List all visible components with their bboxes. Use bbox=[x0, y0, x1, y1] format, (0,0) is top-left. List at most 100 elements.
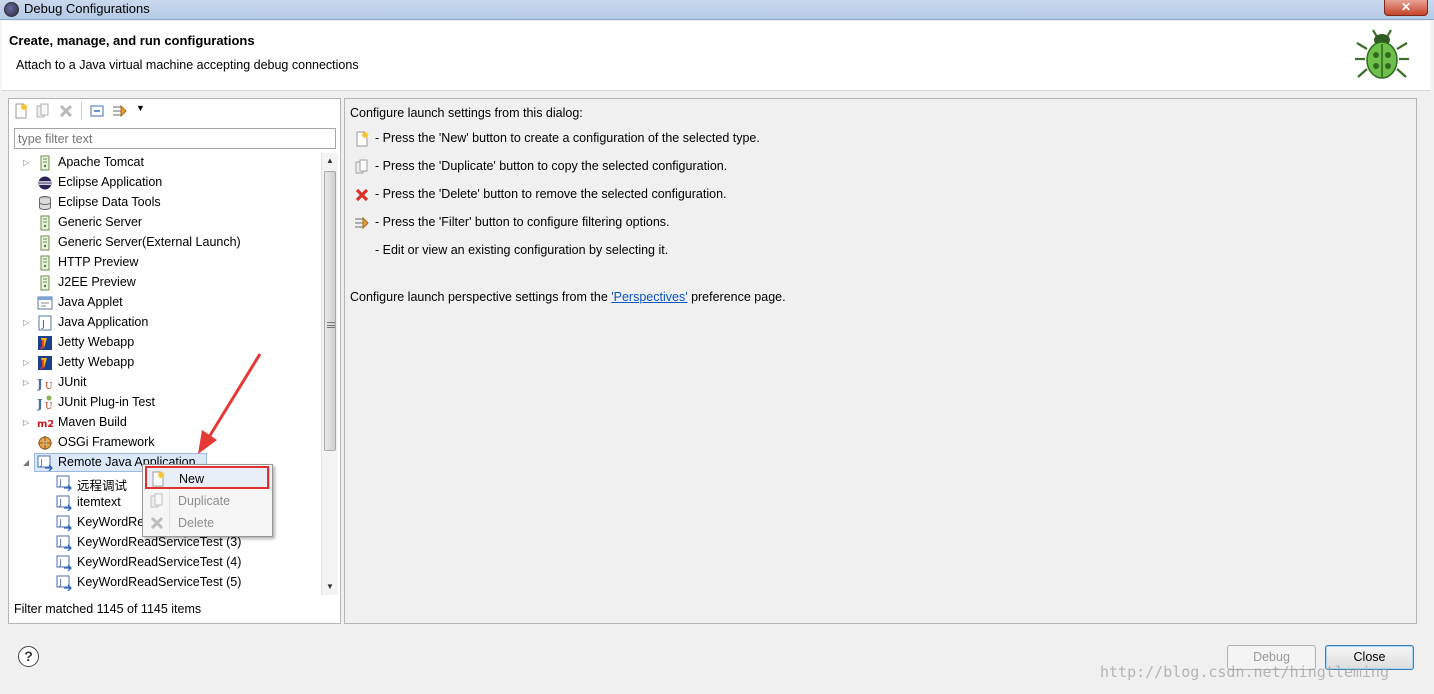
eclipse-window-icon bbox=[4, 2, 19, 17]
annotation-highlight-box bbox=[145, 466, 269, 489]
tree-item[interactable]: OSGi Framework bbox=[9, 433, 321, 453]
tree-item[interactable]: Generic Server bbox=[9, 213, 321, 233]
svg-text:U: U bbox=[45, 382, 53, 391]
annotation-arrow bbox=[198, 353, 262, 454]
svg-text:J: J bbox=[37, 397, 43, 411]
configurations-toolbar: ▼ bbox=[9, 99, 340, 123]
collapse-all-icon[interactable] bbox=[89, 103, 105, 119]
new-config-icon bbox=[356, 131, 369, 147]
tree-item[interactable]: ▷ Apache Tomcat bbox=[9, 153, 321, 173]
duplicate-icon[interactable] bbox=[35, 103, 51, 119]
intro-text: Configure launch settings from this dial… bbox=[350, 106, 583, 120]
junit-plugin-icon: JU bbox=[37, 395, 53, 411]
tree-child-item[interactable]: J KeyWordReadServiceTest (4) bbox=[9, 553, 321, 573]
remote-java-icon: J bbox=[56, 535, 72, 551]
expanded-arrow-icon[interactable]: ◢ bbox=[23, 458, 31, 468]
svg-text:J: J bbox=[59, 538, 62, 547]
remote-java-icon: J bbox=[56, 475, 72, 491]
tree-item-label: Eclipse Application bbox=[58, 175, 163, 189]
expand-arrow-icon[interactable]: ▷ bbox=[23, 378, 31, 388]
new-config-icon[interactable] bbox=[13, 103, 29, 119]
eclipse-icon bbox=[38, 176, 52, 190]
help-icon[interactable]: ? bbox=[18, 646, 39, 667]
svg-text:U: U bbox=[45, 402, 53, 411]
perspectives-text-after: preference page. bbox=[687, 290, 786, 304]
tree-item[interactable]: J2EE Preview bbox=[9, 273, 321, 293]
tree-item[interactable]: ▷ m2 Maven Build bbox=[9, 413, 321, 433]
tree-item[interactable]: Eclipse Application bbox=[9, 173, 321, 193]
help-line-new-text: - Press the 'New' button to create a con… bbox=[375, 131, 760, 145]
tree-item[interactable]: Generic Server(External Launch) bbox=[9, 233, 321, 253]
context-menu-delete-label: Delete bbox=[178, 516, 215, 530]
filter-icon[interactable] bbox=[112, 103, 128, 119]
tree-item-label: 远程调试 bbox=[77, 479, 128, 493]
delete-icon bbox=[355, 188, 369, 202]
expand-arrow-icon[interactable]: ▷ bbox=[23, 418, 31, 428]
tree-item[interactable]: ▷ J Java Application bbox=[9, 313, 321, 333]
svg-text:J: J bbox=[40, 339, 45, 350]
tree-item-label: Eclipse Data Tools bbox=[58, 195, 161, 209]
perspectives-link[interactable]: 'Perspectives' bbox=[611, 290, 687, 304]
help-line-filter-text: - Press the 'Filter' button to configure… bbox=[375, 215, 670, 229]
expand-arrow-icon[interactable]: ▷ bbox=[23, 158, 31, 168]
tree-item[interactable]: J Jetty Webapp bbox=[9, 333, 321, 353]
watermark: http://blog.csdn.net/hingtleming bbox=[1100, 663, 1389, 681]
svg-text:J: J bbox=[59, 518, 62, 527]
maven-icon: m2 bbox=[37, 419, 53, 430]
tree-item[interactable]: Eclipse Data Tools bbox=[9, 193, 321, 213]
header-title: Create, manage, and run configurations bbox=[9, 33, 255, 48]
remote-java-icon: J bbox=[56, 515, 72, 531]
remote-java-icon: J bbox=[56, 575, 72, 591]
svg-text:J: J bbox=[41, 319, 45, 330]
delete-icon bbox=[150, 516, 164, 530]
scroll-up-icon[interactable]: ▲ bbox=[322, 153, 338, 169]
tree-item-label: Java Application bbox=[58, 315, 149, 329]
filter-input[interactable] bbox=[14, 128, 336, 149]
tree-item-label: JUnit bbox=[58, 375, 87, 389]
context-menu-delete[interactable]: Delete bbox=[145, 512, 270, 534]
tree-item-label: J2EE Preview bbox=[58, 275, 136, 289]
jetty-icon: J bbox=[38, 336, 52, 350]
filter-dropdown-icon[interactable]: ▼ bbox=[136, 103, 145, 113]
perspectives-text-before: Configure launch perspective settings fr… bbox=[350, 290, 612, 304]
filter-status: Filter matched 1145 of 1145 items bbox=[14, 602, 202, 616]
window-title: Debug Configurations bbox=[24, 1, 150, 16]
tree-child-item[interactable]: J KeyWordReadServiceTest (5) bbox=[9, 573, 321, 593]
tree-item[interactable]: ▷ J U JUnit bbox=[9, 373, 321, 393]
tree-item[interactable]: HTTP Preview bbox=[9, 253, 321, 273]
filter-icon bbox=[355, 216, 369, 230]
tree-item[interactable]: J U JUnit Plug-in Test bbox=[9, 393, 321, 413]
expand-arrow-icon[interactable]: ▷ bbox=[23, 318, 31, 328]
scroll-down-icon[interactable]: ▼ bbox=[322, 579, 338, 595]
svg-text:J: J bbox=[59, 558, 62, 567]
svg-text:m2: m2 bbox=[37, 419, 53, 430]
remote-java-icon: J bbox=[56, 555, 72, 571]
delete-icon[interactable] bbox=[58, 103, 74, 119]
svg-text:J: J bbox=[37, 377, 43, 391]
server-icon bbox=[40, 255, 50, 271]
duplicate-icon bbox=[150, 493, 163, 508]
svg-text:J: J bbox=[59, 498, 62, 507]
server-icon bbox=[40, 155, 50, 171]
dialog-header: Create, manage, and run configurations A… bbox=[1, 21, 1431, 91]
tree-item-label: KeyWordReadServiceTest (3) bbox=[77, 535, 242, 549]
title-bar: Debug Configurations ✕ bbox=[0, 0, 1434, 20]
jetty-icon: J bbox=[38, 356, 52, 370]
tree-item-label: KeyWordReadServiceTest (4) bbox=[77, 555, 242, 569]
svg-text:J: J bbox=[59, 578, 62, 587]
server-icon bbox=[40, 235, 50, 251]
tree-item-label: Java Applet bbox=[58, 295, 123, 309]
remote-java-icon: J bbox=[37, 455, 53, 471]
context-menu-duplicate[interactable]: Duplicate bbox=[145, 490, 270, 512]
expand-arrow-icon[interactable]: ▷ bbox=[23, 358, 31, 368]
applet-icon bbox=[37, 296, 53, 310]
tree-item[interactable]: Java Applet bbox=[9, 293, 321, 313]
tree-scrollbar[interactable]: ▲ ▼ bbox=[321, 153, 338, 595]
server-icon bbox=[40, 275, 50, 291]
window-close-button[interactable]: ✕ bbox=[1384, 0, 1428, 16]
tree-item-label: Maven Build bbox=[58, 415, 127, 429]
tree-item-label: Generic Server(External Launch) bbox=[58, 235, 241, 249]
tree-item[interactable]: ▷ J Jetty Webapp bbox=[9, 353, 321, 373]
debug-bug-icon bbox=[1355, 29, 1409, 79]
scrollbar-thumb[interactable] bbox=[324, 171, 336, 451]
